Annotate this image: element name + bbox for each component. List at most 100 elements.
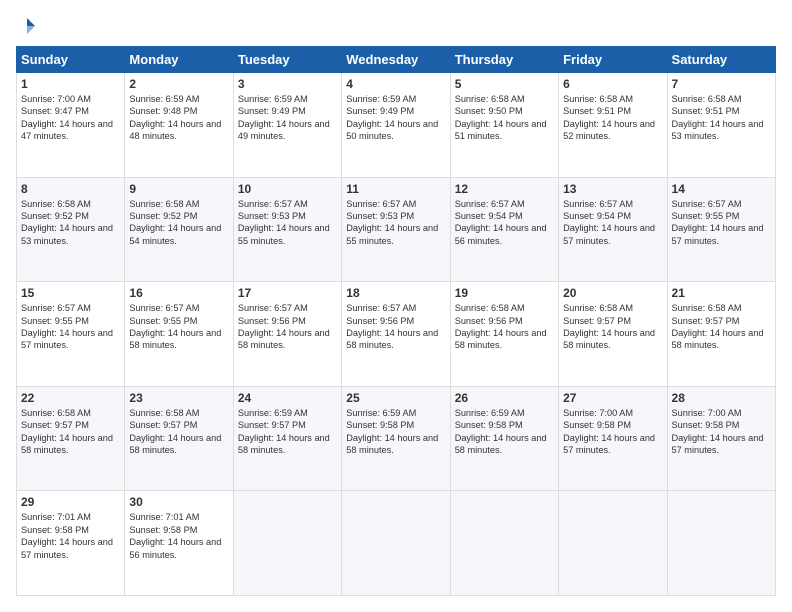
calendar-cell: 6 Sunrise: 6:58 AMSunset: 9:51 PMDayligh… — [559, 73, 667, 178]
cell-info: Sunrise: 6:57 AMSunset: 9:55 PMDaylight:… — [21, 303, 113, 350]
cell-info: Sunrise: 6:58 AMSunset: 9:51 PMDaylight:… — [563, 94, 655, 141]
day-number: 17 — [238, 286, 337, 300]
day-number: 19 — [455, 286, 554, 300]
day-number: 29 — [21, 495, 120, 509]
day-number: 8 — [21, 182, 120, 196]
calendar-cell: 3 Sunrise: 6:59 AMSunset: 9:49 PMDayligh… — [233, 73, 341, 178]
calendar-cell: 5 Sunrise: 6:58 AMSunset: 9:50 PMDayligh… — [450, 73, 558, 178]
calendar-cell: 20 Sunrise: 6:58 AMSunset: 9:57 PMDaylig… — [559, 282, 667, 387]
cell-info: Sunrise: 6:59 AMSunset: 9:49 PMDaylight:… — [346, 94, 438, 141]
calendar-cell: 19 Sunrise: 6:58 AMSunset: 9:56 PMDaylig… — [450, 282, 558, 387]
cell-info: Sunrise: 6:58 AMSunset: 9:52 PMDaylight:… — [21, 199, 113, 246]
day-number: 23 — [129, 391, 228, 405]
calendar-cell: 27 Sunrise: 7:00 AMSunset: 9:58 PMDaylig… — [559, 386, 667, 491]
calendar-cell — [342, 491, 450, 596]
calendar-cell: 29 Sunrise: 7:01 AMSunset: 9:58 PMDaylig… — [17, 491, 125, 596]
day-number: 22 — [21, 391, 120, 405]
calendar-cell: 28 Sunrise: 7:00 AMSunset: 9:58 PMDaylig… — [667, 386, 775, 491]
calendar-cell: 23 Sunrise: 6:58 AMSunset: 9:57 PMDaylig… — [125, 386, 233, 491]
day-number: 11 — [346, 182, 445, 196]
calendar-cell: 18 Sunrise: 6:57 AMSunset: 9:56 PMDaylig… — [342, 282, 450, 387]
cell-info: Sunrise: 6:58 AMSunset: 9:57 PMDaylight:… — [563, 303, 655, 350]
day-number: 6 — [563, 77, 662, 91]
col-saturday: Saturday — [667, 47, 775, 73]
day-number: 28 — [672, 391, 771, 405]
cell-info: Sunrise: 6:57 AMSunset: 9:53 PMDaylight:… — [238, 199, 330, 246]
logo — [16, 16, 38, 36]
col-monday: Monday — [125, 47, 233, 73]
calendar-table: Sunday Monday Tuesday Wednesday Thursday… — [16, 46, 776, 596]
cell-info: Sunrise: 6:58 AMSunset: 9:57 PMDaylight:… — [21, 408, 113, 455]
day-number: 13 — [563, 182, 662, 196]
cell-info: Sunrise: 7:00 AMSunset: 9:47 PMDaylight:… — [21, 94, 113, 141]
day-number: 12 — [455, 182, 554, 196]
cell-info: Sunrise: 6:59 AMSunset: 9:49 PMDaylight:… — [238, 94, 330, 141]
day-number: 27 — [563, 391, 662, 405]
cell-info: Sunrise: 6:58 AMSunset: 9:52 PMDaylight:… — [129, 199, 221, 246]
cell-info: Sunrise: 7:01 AMSunset: 9:58 PMDaylight:… — [129, 512, 221, 559]
calendar-cell — [233, 491, 341, 596]
day-number: 16 — [129, 286, 228, 300]
day-number: 20 — [563, 286, 662, 300]
day-number: 1 — [21, 77, 120, 91]
calendar-cell: 17 Sunrise: 6:57 AMSunset: 9:56 PMDaylig… — [233, 282, 341, 387]
cell-info: Sunrise: 6:59 AMSunset: 9:58 PMDaylight:… — [455, 408, 547, 455]
day-number: 9 — [129, 182, 228, 196]
cell-info: Sunrise: 6:57 AMSunset: 9:56 PMDaylight:… — [346, 303, 438, 350]
cell-info: Sunrise: 6:57 AMSunset: 9:53 PMDaylight:… — [346, 199, 438, 246]
calendar-cell: 8 Sunrise: 6:58 AMSunset: 9:52 PMDayligh… — [17, 177, 125, 282]
calendar-week-5: 29 Sunrise: 7:01 AMSunset: 9:58 PMDaylig… — [17, 491, 776, 596]
calendar-cell: 10 Sunrise: 6:57 AMSunset: 9:53 PMDaylig… — [233, 177, 341, 282]
calendar-cell: 22 Sunrise: 6:58 AMSunset: 9:57 PMDaylig… — [17, 386, 125, 491]
calendar-cell: 16 Sunrise: 6:57 AMSunset: 9:55 PMDaylig… — [125, 282, 233, 387]
cell-info: Sunrise: 6:58 AMSunset: 9:57 PMDaylight:… — [672, 303, 764, 350]
calendar-cell — [559, 491, 667, 596]
calendar-cell: 21 Sunrise: 6:58 AMSunset: 9:57 PMDaylig… — [667, 282, 775, 387]
day-number: 2 — [129, 77, 228, 91]
calendar-cell: 11 Sunrise: 6:57 AMSunset: 9:53 PMDaylig… — [342, 177, 450, 282]
calendar-cell: 24 Sunrise: 6:59 AMSunset: 9:57 PMDaylig… — [233, 386, 341, 491]
col-friday: Friday — [559, 47, 667, 73]
day-number: 10 — [238, 182, 337, 196]
day-number: 7 — [672, 77, 771, 91]
logo-flag-icon — [17, 16, 37, 36]
cell-info: Sunrise: 6:57 AMSunset: 9:56 PMDaylight:… — [238, 303, 330, 350]
calendar-week-3: 15 Sunrise: 6:57 AMSunset: 9:55 PMDaylig… — [17, 282, 776, 387]
calendar-cell: 1 Sunrise: 7:00 AMSunset: 9:47 PMDayligh… — [17, 73, 125, 178]
cell-info: Sunrise: 6:57 AMSunset: 9:54 PMDaylight:… — [455, 199, 547, 246]
calendar-cell — [667, 491, 775, 596]
day-number: 30 — [129, 495, 228, 509]
header-row: Sunday Monday Tuesday Wednesday Thursday… — [17, 47, 776, 73]
day-number: 18 — [346, 286, 445, 300]
cell-info: Sunrise: 6:57 AMSunset: 9:55 PMDaylight:… — [129, 303, 221, 350]
day-number: 14 — [672, 182, 771, 196]
day-number: 3 — [238, 77, 337, 91]
calendar-week-2: 8 Sunrise: 6:58 AMSunset: 9:52 PMDayligh… — [17, 177, 776, 282]
cell-info: Sunrise: 7:00 AMSunset: 9:58 PMDaylight:… — [563, 408, 655, 455]
calendar-week-4: 22 Sunrise: 6:58 AMSunset: 9:57 PMDaylig… — [17, 386, 776, 491]
day-number: 15 — [21, 286, 120, 300]
cell-info: Sunrise: 6:59 AMSunset: 9:57 PMDaylight:… — [238, 408, 330, 455]
day-number: 24 — [238, 391, 337, 405]
day-number: 25 — [346, 391, 445, 405]
col-thursday: Thursday — [450, 47, 558, 73]
calendar-week-1: 1 Sunrise: 7:00 AMSunset: 9:47 PMDayligh… — [17, 73, 776, 178]
day-number: 5 — [455, 77, 554, 91]
cell-info: Sunrise: 6:57 AMSunset: 9:55 PMDaylight:… — [672, 199, 764, 246]
cell-info: Sunrise: 7:00 AMSunset: 9:58 PMDaylight:… — [672, 408, 764, 455]
calendar-cell: 14 Sunrise: 6:57 AMSunset: 9:55 PMDaylig… — [667, 177, 775, 282]
calendar-cell: 25 Sunrise: 6:59 AMSunset: 9:58 PMDaylig… — [342, 386, 450, 491]
calendar-cell: 13 Sunrise: 6:57 AMSunset: 9:54 PMDaylig… — [559, 177, 667, 282]
calendar-cell: 2 Sunrise: 6:59 AMSunset: 9:48 PMDayligh… — [125, 73, 233, 178]
calendar-cell: 4 Sunrise: 6:59 AMSunset: 9:49 PMDayligh… — [342, 73, 450, 178]
day-number: 21 — [672, 286, 771, 300]
calendar-cell: 7 Sunrise: 6:58 AMSunset: 9:51 PMDayligh… — [667, 73, 775, 178]
calendar-cell: 12 Sunrise: 6:57 AMSunset: 9:54 PMDaylig… — [450, 177, 558, 282]
cell-info: Sunrise: 6:57 AMSunset: 9:54 PMDaylight:… — [563, 199, 655, 246]
header — [16, 16, 776, 36]
calendar-cell: 15 Sunrise: 6:57 AMSunset: 9:55 PMDaylig… — [17, 282, 125, 387]
cell-info: Sunrise: 7:01 AMSunset: 9:58 PMDaylight:… — [21, 512, 113, 559]
calendar-cell: 9 Sunrise: 6:58 AMSunset: 9:52 PMDayligh… — [125, 177, 233, 282]
day-number: 26 — [455, 391, 554, 405]
calendar-cell: 30 Sunrise: 7:01 AMSunset: 9:58 PMDaylig… — [125, 491, 233, 596]
